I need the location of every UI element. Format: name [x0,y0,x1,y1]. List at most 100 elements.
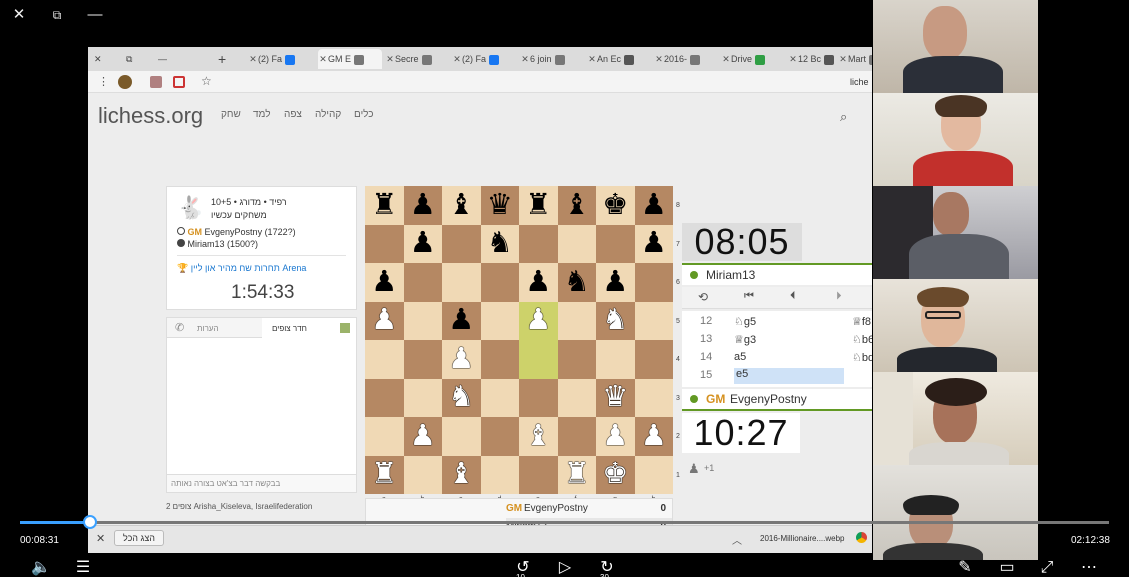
board-square-d1[interactable] [480,455,519,494]
board-square-a1[interactable]: ♜ [365,455,404,494]
tab-close-icon[interactable]: ✕ [788,49,798,69]
board-square-c3[interactable]: ♞ [442,378,481,417]
black-move[interactable]: ♘b6 [852,333,872,346]
black-pawn-icon[interactable]: ♟ [602,267,628,297]
board-square-b7[interactable]: ♟ [403,224,442,263]
board-square-c2[interactable] [442,417,481,456]
board-square-c6[interactable] [442,263,481,302]
board-square-d4[interactable] [480,340,519,379]
board-square-g3[interactable]: ♛ [596,378,635,417]
tab-close-icon[interactable]: ✕ [654,49,664,69]
board-square-g5[interactable]: ♞ [596,301,635,340]
search-icon[interactable]: ⌕ [840,109,847,125]
extension-icon[interactable] [150,76,162,88]
chat-toggle[interactable] [340,323,350,333]
menu-dots-icon[interactable]: ⋮ [98,75,109,88]
black-king-icon[interactable]: ♚ [602,190,628,220]
seek-bar[interactable] [20,515,1109,529]
board-square-b1[interactable] [403,455,442,494]
board-square-g4[interactable] [596,340,635,379]
board-square-e1[interactable] [519,455,558,494]
black-bishop-icon[interactable]: ♝ [448,190,474,220]
board-square-a5[interactable]: ♟ [365,301,404,340]
black-pawn-icon[interactable]: ♟ [410,229,436,258]
captions-icon[interactable]: ☰ [72,558,94,577]
white-move[interactable]: ♕g3 [734,333,756,346]
white-pawn-icon[interactable]: ♟ [525,306,551,335]
board-square-f1[interactable]: ♜ [557,455,596,494]
edit-icon[interactable]: ✎ [954,558,976,577]
board-square-a4[interactable] [365,340,404,379]
board-square-a7[interactable] [365,224,404,263]
board-square-e4[interactable] [519,340,558,379]
browser-tab[interactable]: ✕(2) Fa [452,49,516,69]
board-square-h1[interactable] [634,455,673,494]
chat-input[interactable]: בבקשה דבר בצ'אט בצורה נאותה [171,479,280,488]
volume-icon[interactable]: 🔈 [30,558,52,577]
close-icon[interactable]: ✕ [10,6,28,24]
white-pawn-icon[interactable]: ♟ [448,344,474,374]
browser-tab[interactable]: ✕An Ec [587,49,651,69]
chess-board[interactable]: ♜♟♝♛♜♝♚♟♟♞♟♟♟♞♟♟♟♟♞♟♞♛♟♝♟♟♜♝♜♚87654321ab… [365,186,680,503]
board-square-c4[interactable]: ♟ [442,340,481,379]
first-move-icon[interactable]: ⏮ [744,290,754,303]
white-player[interactable]: GM EvgenyPostny (1722?) [177,227,296,237]
board-square-f2[interactable] [557,417,596,456]
bottom-player-name[interactable]: EvgenyPostny [730,392,807,406]
extension-icon[interactable] [118,75,132,89]
board-square-h4[interactable] [634,340,673,379]
browser-tab[interactable]: ✕GM E [318,49,382,69]
black-player[interactable]: Miriam13 (1500?) [177,239,258,249]
nav-item[interactable]: צפה [284,109,302,120]
browser-tab[interactable]: ✕Mart [838,49,872,69]
board-square-c8[interactable]: ♝ [442,186,481,225]
board-square-d5[interactable] [480,301,519,340]
board-square-a3[interactable] [365,378,404,417]
board-square-g8[interactable]: ♚ [596,186,635,225]
board-square-b4[interactable] [403,340,442,379]
board-square-h5[interactable] [634,301,673,340]
board-square-f8[interactable]: ♝ [557,186,596,225]
tab-close-icon[interactable]: ✕ [385,49,395,69]
board-square-b3[interactable] [403,378,442,417]
miniplayer-icon[interactable]: ▭ [996,558,1018,577]
tab-notes[interactable]: הערות [197,324,219,333]
black-queen-icon[interactable]: ♛ [487,190,513,220]
top-player-name[interactable]: Miriam13 [706,268,755,282]
board-square-a2[interactable] [365,417,404,456]
white-knight-icon[interactable]: ♞ [448,383,474,412]
nav-item[interactable]: למד [253,109,271,120]
board-square-a6[interactable]: ♟ [365,263,404,302]
nav-item[interactable]: קהילה [315,109,341,120]
board-square-b5[interactable] [403,301,442,340]
rewind-button[interactable]: ↺10 [510,558,536,577]
white-move[interactable]: ♘g5 [734,315,756,328]
board-square-c1[interactable]: ♝ [442,455,481,494]
board-square-h2[interactable]: ♟ [634,417,673,456]
board-square-g7[interactable] [596,224,635,263]
board-square-e5[interactable]: ♟ [519,301,558,340]
board-square-d3[interactable] [480,378,519,417]
board-square-f7[interactable] [557,224,596,263]
tab-close-icon[interactable]: ✕ [838,49,848,69]
minimize-icon[interactable]: — [158,49,172,69]
board-square-d2[interactable] [480,417,519,456]
play-icon[interactable]: ▷ [554,558,576,577]
browser-tab[interactable]: ✕Drive [721,49,785,69]
black-pawn-icon[interactable]: ♟ [448,306,474,335]
black-pawn-icon[interactable]: ♟ [525,267,551,297]
white-queen-icon[interactable]: ♛ [602,383,628,412]
board-square-f4[interactable] [557,340,596,379]
board-square-a8[interactable]: ♜ [365,186,404,225]
tab-close-icon[interactable]: ✕ [587,49,597,69]
forward-button[interactable]: ↻30 [594,558,620,577]
board-square-h7[interactable]: ♟ [634,224,673,263]
tab-close-icon[interactable]: ✕ [721,49,731,69]
board-square-g2[interactable]: ♟ [596,417,635,456]
white-bishop-icon[interactable]: ♝ [525,421,551,451]
board-square-e8[interactable]: ♜ [519,186,558,225]
black-move[interactable]: ♘bd [852,351,872,364]
download-file[interactable]: 2016-Millionaire....webp [760,534,845,543]
browser-tab[interactable]: ✕Secre [385,49,449,69]
nav-item[interactable]: שחק [221,109,241,120]
